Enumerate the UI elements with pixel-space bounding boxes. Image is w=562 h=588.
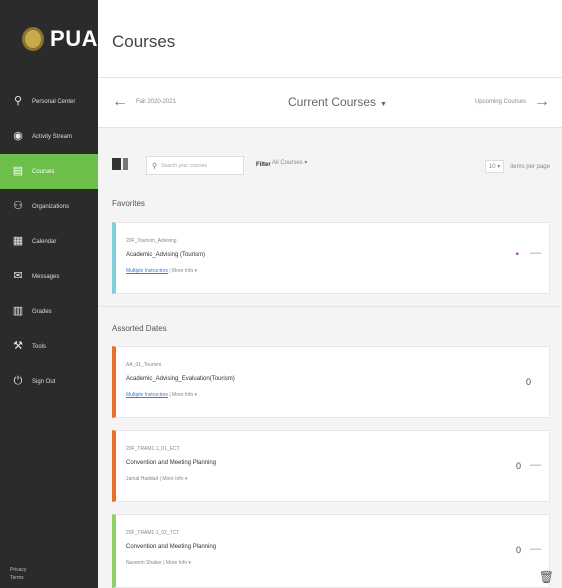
- sidebar-item-label: Messages: [32, 273, 60, 280]
- course-card[interactable]: AA_01_Tourism Academic_Advising_Evaluati…: [112, 346, 550, 418]
- sidebar-footer: Privacy Terms: [10, 566, 26, 582]
- sidebar-item-courses[interactable]: ▤ Courses: [0, 154, 98, 189]
- terms-link[interactable]: Terms: [10, 574, 26, 582]
- course-toolbar: ⚲ Search your courses Filter All Courses…: [112, 156, 550, 176]
- sidebar-item-label: Personal Center: [32, 98, 76, 105]
- previous-term-button[interactable]: ← Fall 2020-2021: [112, 94, 176, 110]
- course-name: Academic_Advising_Evaluation(Tourism): [126, 376, 235, 382]
- per-page-label: items per page: [510, 163, 550, 170]
- course-meta: Multiple Instructors | More Info ▾: [126, 392, 197, 398]
- logo[interactable]: PUA: [0, 0, 98, 78]
- grid-view-icon: [112, 158, 121, 170]
- notification-count: 0: [515, 545, 521, 555]
- course-name: Academic_Advising (Tourism): [126, 252, 206, 258]
- course-meta: Multiple Instructors | More Info ▾: [126, 268, 197, 274]
- sidebar-item-label: Tools: [32, 343, 47, 350]
- signout-icon: ⏻: [13, 375, 23, 387]
- sidebar-item-label: Grades: [32, 308, 52, 315]
- next-term-label: Upcoming Courses: [474, 99, 526, 105]
- previous-term-label: Fall 2020-2021: [136, 99, 177, 105]
- search-placeholder: Search your courses: [161, 162, 207, 169]
- favorite-star-icon[interactable]: ▪: [515, 249, 519, 260]
- notification-count: 0: [515, 461, 521, 471]
- org-icon: ⚇: [13, 200, 23, 212]
- tools-icon: ⚒: [13, 340, 23, 352]
- course-code: 20F_TRAM1.1_02_TCT: [126, 530, 180, 536]
- grades-icon: ▥: [12, 305, 24, 317]
- arrow-right-icon: →: [534, 93, 550, 110]
- sidebar-item-organizations[interactable]: ⚇ Organizations: [0, 189, 98, 224]
- section-divider: [98, 306, 562, 307]
- collapse-icon[interactable]: —: [530, 459, 541, 471]
- course-code: 20F_Tourism_Advising: [126, 238, 177, 244]
- current-term-label: Current Courses: [288, 95, 377, 109]
- logo-text: PUA: [50, 26, 98, 51]
- sidebar-item-label: Activity Stream: [32, 133, 73, 140]
- course-name: Convention and Meeting Planning: [126, 544, 217, 550]
- sidebar-item-calendar[interactable]: ▦ Calendar: [0, 224, 98, 259]
- view-toggle-button[interactable]: [112, 158, 128, 170]
- sidebar-item-grades[interactable]: ▥ Grades: [0, 294, 98, 329]
- more-info-toggle[interactable]: | More Info ▾: [169, 268, 197, 274]
- course-meta: Naseem Shaker | More Info ▾: [126, 560, 191, 566]
- course-code: 20F_TRAM1.1_01_ECT: [126, 446, 180, 452]
- course-meta: Jamal Haddad | More Info ▾: [126, 476, 187, 482]
- collapse-icon[interactable]: —: [530, 543, 541, 555]
- instructors-link[interactable]: Multiple Instructors: [126, 392, 168, 398]
- caret-down-icon: ▼: [380, 101, 387, 108]
- sidebar: PUA ⚲ Personal Center ◉ Activity Stream …: [0, 0, 98, 588]
- arrow-left-icon: ←: [112, 93, 128, 110]
- course-card[interactable]: 20F_Tourism_Advising Academic_Advising (…: [112, 222, 550, 294]
- page-header: Courses: [98, 0, 562, 78]
- sidebar-item-label: Calendar: [32, 238, 57, 245]
- collapse-icon[interactable]: —: [530, 247, 541, 259]
- sidebar-item-activity-stream[interactable]: ◉ Activity Stream: [0, 119, 98, 154]
- sidebar-nav: ⚲ Personal Center ◉ Activity Stream ▤ Co…: [0, 84, 98, 399]
- more-info-toggle[interactable]: Jamal Haddad | More Info ▾: [126, 476, 187, 482]
- logo-badge-icon: [22, 27, 45, 51]
- list-view-icon: [123, 158, 128, 170]
- filter-label: Filter: [256, 162, 271, 168]
- per-page-select[interactable]: 10 ▾: [484, 160, 505, 173]
- search-icon: ⚲: [152, 162, 158, 170]
- course-card[interactable]: 20F_TRAM1.1_01_ECT Convention and Meetin…: [112, 430, 550, 502]
- sidebar-item-messages[interactable]: ✉ Messages: [0, 259, 98, 294]
- privacy-link[interactable]: Privacy: [10, 566, 26, 574]
- course-name: Convention and Meeting Planning: [126, 460, 217, 466]
- activity-icon: ◉: [13, 130, 23, 142]
- assorted-dates-heading: Assorted Dates: [112, 324, 167, 333]
- instructors-link[interactable]: Multiple Instructors: [126, 268, 168, 274]
- person-icon: ⚲: [13, 95, 23, 107]
- sidebar-item-label: Sign Out: [32, 378, 56, 385]
- current-term-dropdown[interactable]: Current Courses ▼: [288, 95, 387, 109]
- notification-count: 0: [525, 377, 531, 387]
- more-info-toggle[interactable]: Naseem Shaker | More Info ▾: [126, 560, 191, 566]
- course-card[interactable]: 20F_TRAM1.1_02_TCT Convention and Meetin…: [112, 514, 550, 588]
- search-input[interactable]: ⚲ Search your courses: [146, 156, 244, 175]
- book-icon: ▤: [12, 165, 24, 177]
- more-info-toggle[interactable]: | More Info ▾: [169, 392, 197, 398]
- favorites-heading: Favorites: [112, 199, 145, 208]
- term-navigation: ← Fall 2020-2021 Current Courses ▼ Upcomi…: [98, 78, 562, 128]
- trash-icon[interactable]: 🗑: [539, 570, 554, 584]
- sidebar-item-personal-center[interactable]: ⚲ Personal Center: [0, 84, 98, 119]
- filter-select[interactable]: All Courses ▾: [272, 159, 307, 166]
- sidebar-item-tools[interactable]: ⚒ Tools: [0, 329, 98, 364]
- sidebar-item-label: Courses: [32, 168, 55, 175]
- calendar-icon: ▦: [12, 235, 24, 247]
- items-per-page: 10 ▾ items per page: [484, 160, 550, 173]
- next-term-button[interactable]: Upcoming Courses →: [475, 94, 550, 110]
- course-code: AA_01_Tourism: [126, 362, 162, 368]
- page-title: Courses: [112, 32, 176, 51]
- sidebar-item-sign-out[interactable]: ⏻ Sign Out: [0, 364, 98, 399]
- mail-icon: ✉: [13, 270, 23, 282]
- sidebar-item-label: Organizations: [32, 203, 70, 210]
